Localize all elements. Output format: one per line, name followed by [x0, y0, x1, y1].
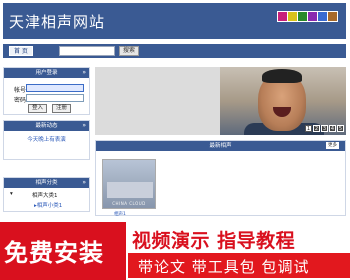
news-panel-header: 最新动态 » — [4, 121, 89, 131]
login-panel: 用户登录 » 帐号 密码 登入 注册 — [3, 67, 90, 115]
promo-left-block: 免费安装 — [0, 222, 126, 280]
theme-swatch-3[interactable] — [298, 12, 307, 21]
password-label: 密码 — [14, 97, 27, 104]
carousel-pager: 1 2 3 4 5 — [305, 125, 344, 132]
latest-item-link[interactable]: 相声1 — [114, 211, 126, 217]
news-item-link[interactable]: 今天晚上有表演 — [4, 135, 89, 143]
password-input[interactable] — [26, 94, 84, 102]
banner-carousel: 1 2 3 4 5 — [95, 67, 346, 135]
account-label: 帐号 — [14, 87, 27, 94]
carousel-page-4[interactable]: 4 — [329, 125, 336, 132]
category-panel-header: 相声分类 » — [4, 178, 89, 188]
news-panel-title: 最新动态 — [35, 123, 58, 129]
site-title: 天津相声网站 — [9, 13, 106, 31]
category-panel-title: 相声分类 — [35, 180, 58, 186]
collapse-icon[interactable]: » — [82, 68, 86, 78]
page-root: 天津相声网站 首 页 搜索 用户登录 » 帐号 密码 登入 注册 最新动态 » — [0, 0, 350, 280]
theme-swatch-1[interactable] — [278, 12, 287, 21]
carousel-page-3[interactable]: 3 — [321, 125, 328, 132]
site-header: 天津相声网站 — [3, 3, 346, 39]
more-button[interactable]: 更多 — [326, 142, 339, 149]
expand-arrow-icon[interactable]: ▾ — [10, 191, 13, 197]
news-panel: 最新动态 » 今天晚上有表演 — [3, 120, 90, 160]
promo-right-top-text: 视频演示 指导教程 — [132, 230, 296, 252]
carousel-page-2[interactable]: 2 — [313, 125, 320, 132]
banner-photo[interactable]: 1 2 3 4 5 — [220, 67, 346, 135]
category-item-sub[interactable]: ▸相声小类1 — [34, 201, 62, 209]
theme-swatch-6[interactable] — [328, 12, 337, 21]
category-item-sub-label: 相声小类1 — [36, 203, 63, 209]
login-button[interactable]: 登入 — [28, 104, 48, 113]
latest-item-thumbnail[interactable]: CHINA CLOUD — [102, 159, 156, 209]
latest-section: 最新相声 更多 CHINA CLOUD 相声1 — [95, 140, 346, 217]
promo-banner: 免费安装 视频演示 指导教程 带论文 带工具包 包调试 — [0, 222, 350, 280]
banner-figure-hair — [262, 69, 302, 83]
login-panel-title: 用户登录 — [35, 70, 58, 76]
carousel-page-1[interactable]: 1 — [305, 125, 312, 132]
account-input[interactable] — [26, 84, 84, 92]
search-input[interactable] — [59, 46, 115, 56]
category-panel: 相声分类 » ▾ 相声大类1 ▸相声小类1 — [3, 177, 90, 212]
theme-swatch-4[interactable] — [308, 12, 317, 21]
collapse-icon[interactable]: » — [82, 178, 86, 188]
theme-swatch-5[interactable] — [318, 12, 327, 21]
theme-swatch-bar — [277, 11, 338, 22]
carousel-page-5[interactable]: 5 — [337, 125, 344, 132]
promo-left-text: 免费安装 — [4, 239, 104, 267]
latest-section-title: 最新相声 — [209, 143, 232, 149]
nav-home-link[interactable]: 首 页 — [9, 46, 33, 56]
login-panel-header: 用户登录 » — [4, 68, 89, 78]
category-item-main[interactable]: 相声大类1 — [32, 191, 58, 199]
thumbnail-caption: CHINA CLOUD — [112, 201, 146, 206]
latest-section-header: 最新相声 更多 — [96, 141, 345, 151]
register-button[interactable]: 注册 — [52, 104, 72, 113]
theme-swatch-2[interactable] — [288, 12, 297, 21]
promo-right-bottom-text: 带论文 带工具包 包调试 — [138, 258, 310, 276]
promo-strip: 带论文 带工具包 包调试 — [128, 253, 350, 278]
thumbnail-stage — [107, 182, 153, 198]
collapse-icon[interactable]: » — [82, 121, 86, 131]
nav-bar: 首 页 搜索 — [3, 44, 346, 58]
search-button[interactable]: 搜索 — [119, 46, 140, 56]
